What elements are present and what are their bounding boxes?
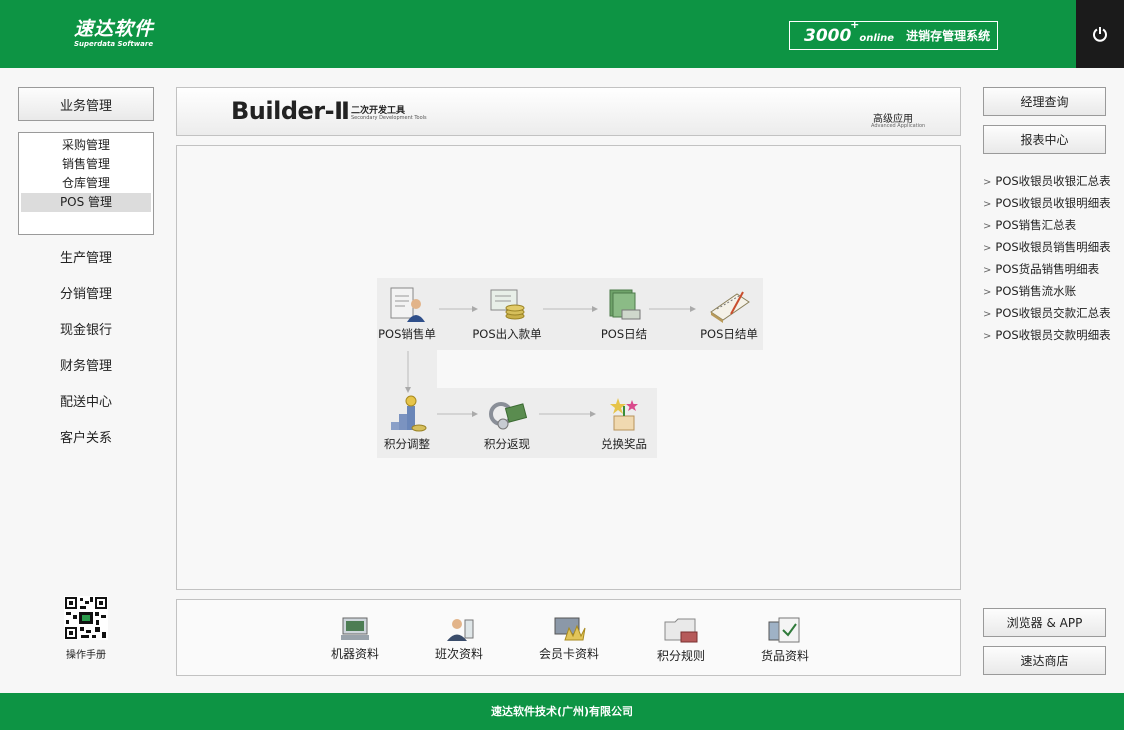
points-folder-icon	[664, 618, 698, 643]
bottom-quick-bar: 机器资料 班次资料 会员卡资料 积分规则 货品资料	[176, 599, 961, 676]
chevron-right-icon: >	[983, 265, 992, 276]
chevron-right-icon: >	[983, 331, 992, 342]
folder-cash-icon	[609, 289, 641, 320]
flow-pos-daily-close[interactable]: POS日结	[584, 284, 664, 342]
power-icon	[1093, 27, 1107, 42]
pos-flow-panel: POS销售单 POS出入款单 POS日结 POS日结单 积分调整 积分返现 兑换…	[176, 145, 961, 590]
bottom-item-label: 会员卡资料	[538, 647, 599, 661]
flow-label: POS日结	[600, 327, 648, 341]
goods-check-icon	[768, 617, 800, 643]
chevron-right-icon: >	[983, 221, 992, 232]
builder-title: Builder-Ⅱ	[231, 97, 350, 125]
builder-banner: Builder-Ⅱ 二次开发工具 Secondary Development T…	[176, 87, 961, 136]
flow-label: POS出入款单	[472, 327, 542, 341]
money-cycle-icon	[489, 402, 527, 430]
bottom-item-label: 积分规则	[656, 649, 705, 663]
bottom-item-machine[interactable]: 机器资料	[315, 616, 395, 662]
report-list: > POS收银员收银汇总表 > POS收银员收银明细表 > POS销售汇总表 > POS…	[983, 170, 1124, 346]
report-item[interactable]: > POS销售汇总表	[983, 214, 1124, 236]
nav-distribution[interactable]: 分销管理	[18, 283, 154, 302]
report-item[interactable]: > POS收银员销售明细表	[983, 236, 1124, 258]
browser-app-button[interactable]: 浏览器 & APP	[983, 608, 1106, 637]
bottom-item-label: 货品资料	[760, 649, 809, 663]
report-item[interactable]: > POS货品销售明细表	[983, 258, 1124, 280]
footer-bar: 速达软件技术(广州)有限公司	[0, 693, 1124, 730]
bottom-item-goods[interactable]: 货品资料	[745, 616, 825, 664]
chevron-right-icon: >	[983, 287, 992, 298]
qr-code-icon[interactable]	[64, 596, 108, 640]
flow-redeem-prize[interactable]: 兑换奖品	[584, 394, 664, 452]
report-center-button[interactable]: 报表中心	[983, 125, 1106, 154]
cashier-icon	[447, 619, 474, 641]
member-card-icon	[554, 617, 586, 641]
advanced-application-en: Advanced Application	[871, 123, 926, 129]
submenu-item-purchase[interactable]: 采购管理	[21, 136, 151, 155]
flow-points-adjust[interactable]: 积分调整	[367, 394, 447, 452]
chevron-right-icon: >	[983, 177, 992, 188]
flow-pos-cash-inout-order[interactable]: POS出入款单	[467, 284, 547, 342]
nav-cash-bank[interactable]: 现金银行	[18, 319, 154, 338]
sales-clipboard-icon	[390, 287, 425, 322]
flow-label: POS日结单	[700, 327, 758, 341]
business-submenu: 采购管理 销售管理 仓库管理 POS 管理	[18, 132, 154, 235]
power-button[interactable]	[1076, 0, 1124, 68]
submenu-item-sales[interactable]: 销售管理	[21, 155, 151, 174]
flow-pos-daily-close-order[interactable]: POS日结单	[689, 284, 769, 342]
system-title-box: 3000 + online 进销存管理系统	[789, 17, 998, 50]
report-item[interactable]: > POS销售流水账	[983, 280, 1124, 302]
manual-label[interactable]: 操作手册	[50, 646, 122, 661]
bottom-item-points-rule[interactable]: 积分规则	[641, 616, 721, 664]
report-item[interactable]: > POS收银员交款明细表	[983, 324, 1124, 346]
brand-logo: 速达软件 Superdata Software	[74, 18, 154, 49]
chevron-right-icon: >	[983, 309, 992, 320]
flow-points-cashback[interactable]: 积分返现	[467, 394, 547, 452]
flow-label: 积分返现	[484, 437, 530, 451]
bottom-item-label: 机器资料	[330, 647, 379, 661]
nav-customer-relations[interactable]: 客户关系	[18, 427, 154, 446]
report-item[interactable]: > POS收银员交款汇总表	[983, 302, 1124, 324]
nav-production[interactable]: 生产管理	[18, 247, 154, 266]
manager-query-button[interactable]: 经理查询	[983, 87, 1106, 116]
submenu-item-warehouse[interactable]: 仓库管理	[21, 174, 151, 193]
logo-text-en: Superdata Software	[74, 40, 154, 48]
bottom-item-label: 班次资料	[434, 647, 483, 661]
report-item[interactable]: > POS收银员收银汇总表	[983, 170, 1124, 192]
nav-finance[interactable]: 财务管理	[18, 355, 154, 374]
header-bar: 速达软件 Superdata Software 3000 + online 进销存…	[0, 0, 1124, 68]
submenu-item-pos[interactable]: POS 管理	[21, 193, 151, 212]
system-name: 进销存管理系统	[906, 29, 991, 43]
company-name: 速达软件技术(广州)有限公司	[490, 705, 634, 718]
chevron-right-icon: >	[983, 199, 992, 210]
system-number: 3000 +	[804, 17, 860, 46]
flow-connectors	[405, 306, 696, 417]
coin-stairs-icon	[391, 395, 427, 432]
store-button[interactable]: 速达商店	[983, 646, 1106, 675]
system-online-tag: online	[859, 33, 895, 44]
cash-receipt-icon	[490, 289, 525, 320]
bottom-item-shift[interactable]: 班次资料	[419, 616, 499, 662]
chevron-right-icon: >	[983, 243, 992, 254]
business-management-button[interactable]: 业务管理	[18, 87, 154, 121]
report-item[interactable]: > POS收银员收银明细表	[983, 192, 1124, 214]
prize-gift-icon	[610, 398, 638, 431]
bottom-item-member-card[interactable]: 会员卡资料	[529, 616, 609, 662]
builder-subtitle-en: Secondary Development Tools	[351, 115, 427, 121]
flow-label: POS销售单	[378, 327, 436, 341]
flow-pos-sales-order[interactable]: POS销售单	[367, 284, 447, 342]
flow-label: 积分调整	[384, 437, 430, 451]
nav-delivery-center[interactable]: 配送中心	[18, 391, 154, 410]
machine-icon	[341, 617, 369, 640]
flow-label: 兑换奖品	[601, 437, 647, 451]
notebook-icon	[710, 291, 750, 323]
logo-text-cn: 速达软件	[74, 18, 155, 40]
